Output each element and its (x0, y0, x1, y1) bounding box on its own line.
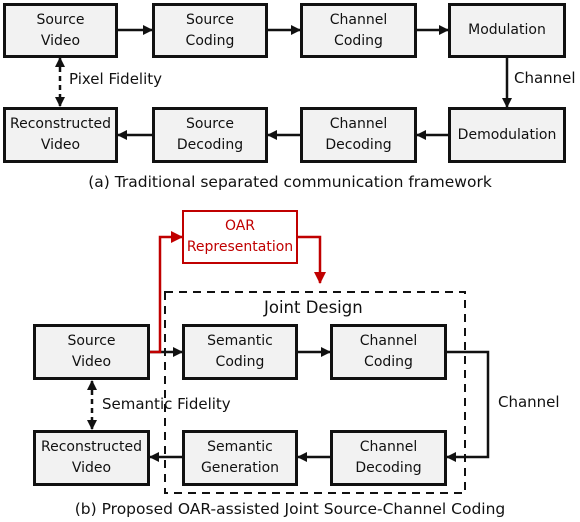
box-a-modulation: Modulation (448, 3, 566, 58)
box-a-source-decoding: Source Decoding (152, 107, 268, 163)
arrow-b-oar-to-joint (298, 235, 326, 284)
box-b-semantic-generation: Semantic Generation (182, 430, 298, 486)
label-pixel-fidelity: Pixel Fidelity (69, 70, 163, 88)
box-b-reconstructed-video: Reconstructed Video (33, 430, 150, 486)
box-b-source-video: Source Video (33, 324, 150, 380)
arrow-b-channel (446, 350, 490, 462)
box-a-reconstructed-video: Reconstructed Video (3, 107, 118, 163)
box-a-channel-coding: Channel Coding (300, 3, 417, 58)
label-joint-design: Joint Design (264, 298, 363, 317)
caption-b: (b) Proposed OAR-assisted Joint Source-C… (74, 500, 506, 518)
label-b-channel: Channel (498, 393, 560, 411)
label-semantic-fidelity: Semantic Fidelity (102, 395, 231, 413)
box-a-channel-decoding: Channel Decoding (300, 107, 417, 163)
label-a-channel: Channel (514, 69, 576, 87)
box-b-semantic-coding: Semantic Coding (182, 324, 298, 380)
box-b-oar-representation: OAR Representation (182, 210, 298, 264)
box-a-source-video: Source Video (3, 3, 118, 58)
box-b-channel-decoding: Channel Decoding (330, 430, 447, 486)
box-b-channel-coding: Channel Coding (330, 324, 447, 380)
box-a-demodulation: Demodulation (448, 107, 566, 163)
caption-a: (a) Traditional separated communication … (88, 173, 492, 191)
box-a-source-coding: Source Coding (152, 3, 268, 58)
